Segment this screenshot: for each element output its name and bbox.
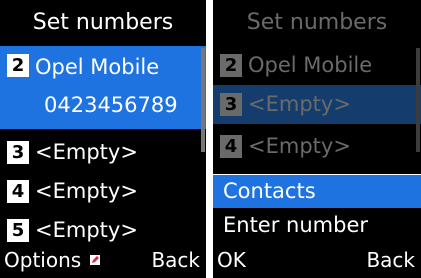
speed-dial-number-badge: 4 <box>7 180 29 203</box>
softkey-bar: Options Back <box>0 242 206 278</box>
list-item[interactable]: 4 <Empty> <box>213 127 421 166</box>
speed-dial-number-badge: 5 <box>7 219 29 242</box>
contact-name: <Empty> <box>248 134 351 158</box>
screen-title: Set numbers <box>32 10 174 35</box>
contact-name: <Empty> <box>35 140 138 164</box>
list-item[interactable]: 3 <Empty> <box>0 133 206 172</box>
scrollbar[interactable] <box>416 48 420 152</box>
edit-pencil-icon <box>90 255 100 265</box>
back-softkey[interactable]: Back <box>366 242 415 278</box>
list-item-selected[interactable]: 2 Opel Mobile 0423456789 <box>0 46 206 129</box>
speed-dial-number-badge: 3 <box>7 141 29 164</box>
popup-option-contacts[interactable]: Contacts <box>213 175 421 208</box>
softkey-bar: OK Back <box>213 242 421 278</box>
list-item[interactable]: 4 <Empty> <box>0 172 206 211</box>
contact-name: Opel Mobile <box>248 53 373 77</box>
speed-dial-number-badge: 2 <box>220 54 242 77</box>
speed-dial-number-badge: 3 <box>220 93 242 116</box>
screen-title: Set numbers <box>246 10 388 35</box>
scrollbar[interactable] <box>201 48 205 152</box>
options-softkey[interactable]: Options <box>4 242 81 278</box>
list-item-selected[interactable]: 3 <Empty> <box>213 85 421 124</box>
popup-option-enter-number[interactable]: Enter number <box>213 209 421 242</box>
contact-name: <Empty> <box>248 92 351 116</box>
back-softkey[interactable]: Back <box>151 242 200 278</box>
phone-screen-set-numbers-popup: Set numbers 2 Opel Mobile 3 <Empty> 4 <E… <box>213 0 421 278</box>
list-item[interactable]: 2 Opel Mobile <box>213 46 421 85</box>
ok-softkey[interactable]: OK <box>217 242 246 278</box>
phone-screen-set-numbers: Set numbers 2 Opel Mobile 0423456789 3 <… <box>0 0 206 278</box>
contact-phone-number: 0423456789 <box>44 93 178 117</box>
contact-name: <Empty> <box>35 179 138 203</box>
speed-dial-number-badge: 2 <box>7 54 29 77</box>
popup-menu: Contacts Enter number <box>213 174 421 242</box>
speed-dial-number-badge: 4 <box>220 135 242 158</box>
contact-name: Opel Mobile <box>35 55 160 79</box>
